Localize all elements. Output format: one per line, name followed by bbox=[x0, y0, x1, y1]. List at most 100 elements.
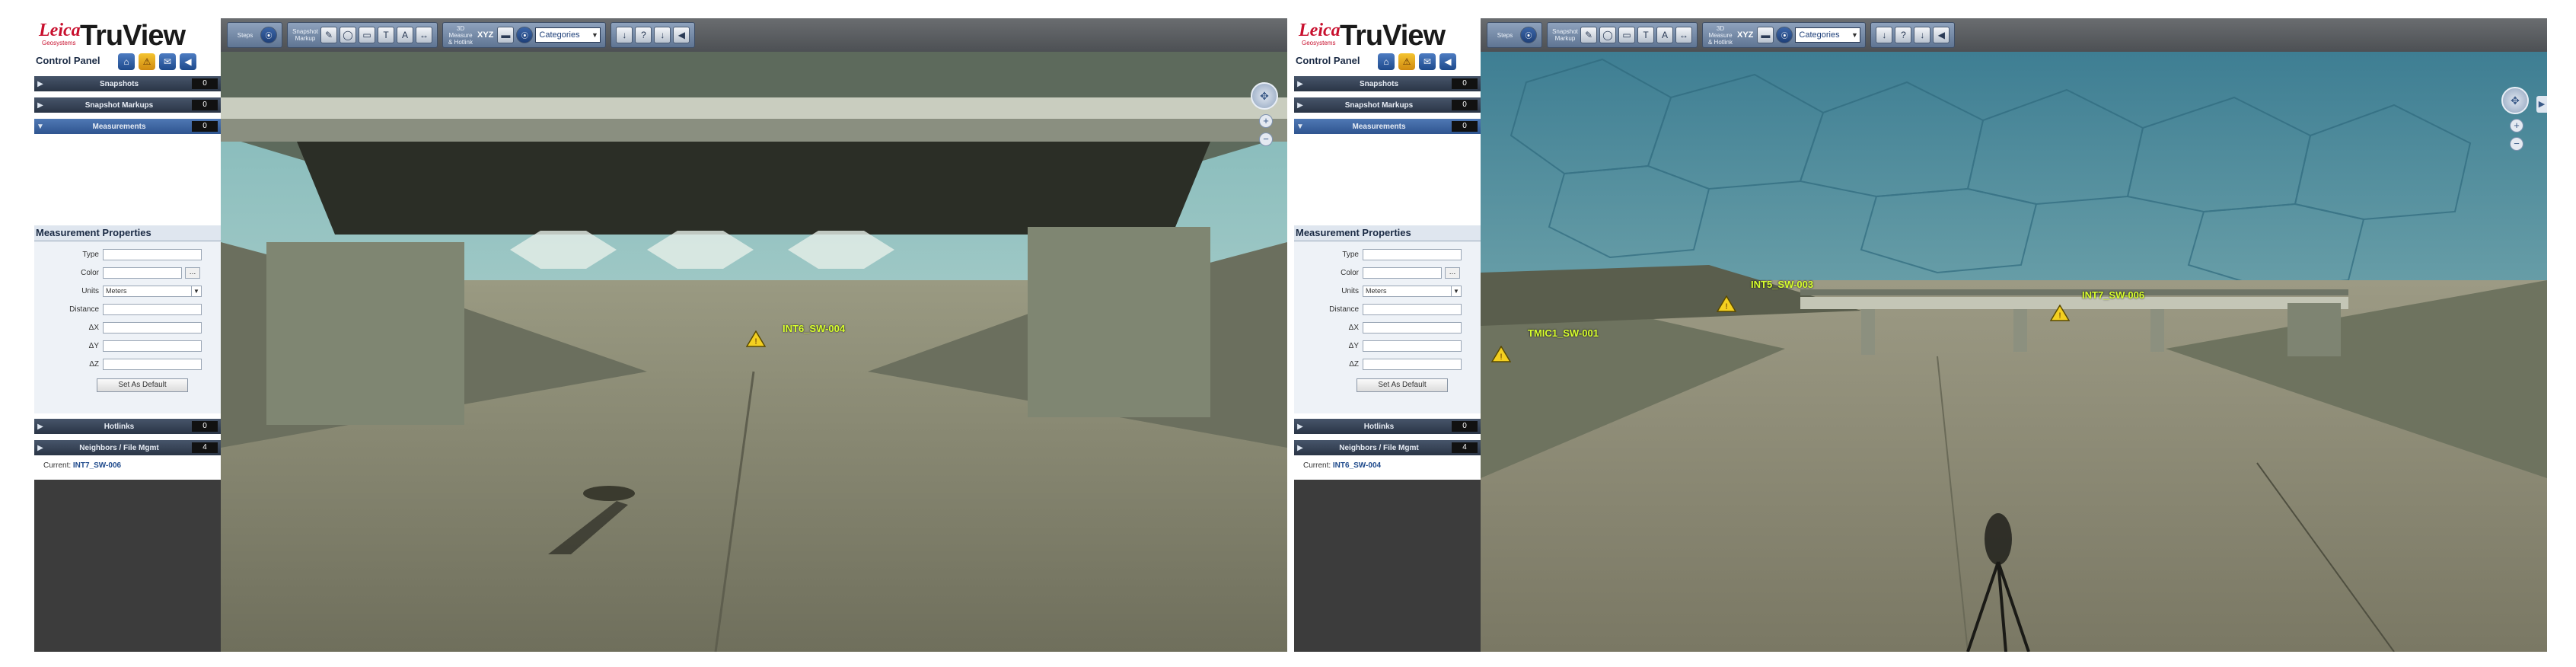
color-field[interactable] bbox=[103, 267, 182, 279]
station-tag[interactable]: INT7_SW-006 bbox=[2082, 289, 2144, 301]
warning-icon[interactable]: ⚠ bbox=[139, 53, 155, 70]
station-warning-icon[interactable]: ! bbox=[1717, 295, 1736, 312]
rectangle-tool-button[interactable]: ▭ bbox=[1618, 27, 1635, 43]
panorama-viewport[interactable]: TMIC1_SW-001 ! INT5_SW-003 ! INT7_SW-006… bbox=[1481, 52, 2547, 652]
color-field[interactable] bbox=[1363, 267, 1442, 279]
dimension-tool-button[interactable]: ↔ bbox=[416, 27, 432, 43]
collapse-button[interactable]: ◀ bbox=[673, 27, 690, 43]
pen-tool-button[interactable]: ✎ bbox=[1580, 27, 1597, 43]
dz-field[interactable] bbox=[103, 359, 202, 370]
section-snapshots[interactable]: ▶ Snapshots 0 bbox=[34, 76, 221, 91]
section-snapshots[interactable]: ▶ Snapshots 0 bbox=[1294, 76, 1481, 91]
pan-ring-icon[interactable]: ✥ bbox=[2501, 87, 2529, 114]
station-warning-icon[interactable]: ! bbox=[2050, 305, 2070, 321]
mail-icon[interactable]: ✉ bbox=[159, 53, 176, 70]
dx-field[interactable] bbox=[103, 322, 202, 334]
zoom-out-button[interactable]: − bbox=[1259, 132, 1273, 146]
download-button[interactable]: ↓ bbox=[1876, 27, 1893, 43]
home-icon[interactable]: ⌂ bbox=[118, 53, 135, 70]
station-tag[interactable]: TMIC1_SW-001 bbox=[1528, 327, 1599, 339]
dz-field[interactable] bbox=[1363, 359, 1462, 370]
type-field[interactable] bbox=[103, 249, 202, 260]
back-icon[interactable]: ◀ bbox=[180, 53, 196, 70]
categories-select[interactable]: Categories ▼ bbox=[535, 27, 601, 43]
section-count: 0 bbox=[1452, 78, 1478, 89]
mail-icon[interactable]: ✉ bbox=[1419, 53, 1436, 70]
prop-dx-row: ΔX bbox=[1294, 322, 1481, 336]
section-label: Snapshots bbox=[99, 79, 139, 88]
section-neighbors[interactable]: ▶ Neighbors / File Mgmt 4 bbox=[1294, 440, 1481, 455]
help-button[interactable]: ? bbox=[1895, 27, 1912, 43]
info-button[interactable]: ↓ bbox=[654, 27, 671, 43]
hotlink-button[interactable]: ⦿ bbox=[1776, 27, 1793, 43]
color-picker-button[interactable]: … bbox=[185, 267, 200, 279]
ellipse-tool-button[interactable]: ◯ bbox=[340, 27, 356, 43]
ellipse-tool-button[interactable]: ◯ bbox=[1599, 27, 1616, 43]
xyz-button[interactable]: XYZ bbox=[476, 30, 495, 40]
section-neighbors[interactable]: ▶ Neighbors / File Mgmt 4 bbox=[34, 440, 221, 455]
prop-color-row: Color… bbox=[1294, 267, 1481, 281]
back-icon[interactable]: ◀ bbox=[1439, 53, 1456, 70]
panorama-viewport[interactable]: INT6_SW-004 ! ✥ + − bbox=[221, 52, 1287, 652]
arrow-tool-button[interactable]: A bbox=[397, 27, 413, 43]
station-warning-icon[interactable]: ! bbox=[746, 330, 766, 347]
section-count: 0 bbox=[1452, 121, 1478, 132]
text-tool-button[interactable]: T bbox=[378, 27, 394, 43]
collapse-button[interactable]: ◀ bbox=[1933, 27, 1950, 43]
units-select[interactable]: Meters ▼ bbox=[103, 286, 202, 297]
distance-field[interactable] bbox=[103, 304, 202, 315]
categories-select[interactable]: Categories ▼ bbox=[1795, 27, 1861, 43]
set-default-button[interactable]: Set As Default bbox=[97, 378, 188, 392]
xyz-button[interactable]: XYZ bbox=[1736, 30, 1755, 40]
section-hotlinks[interactable]: ▶ Hotlinks 0 bbox=[1294, 419, 1481, 434]
distance-field[interactable] bbox=[1363, 304, 1462, 315]
section-measurements[interactable]: ▼ Measurements 0 bbox=[34, 119, 221, 134]
measure-line-button[interactable]: ▬ bbox=[497, 27, 515, 43]
dimension-tool-button[interactable]: ↔ bbox=[1675, 27, 1692, 43]
set-default-button[interactable]: Set As Default bbox=[1357, 378, 1448, 392]
station-tag[interactable]: INT6_SW-004 bbox=[783, 323, 845, 334]
zoom-in-button[interactable]: + bbox=[2510, 119, 2523, 132]
brand-name: Leica bbox=[1299, 21, 1341, 40]
color-picker-button[interactable]: … bbox=[1445, 267, 1460, 279]
section-snapshot-markups[interactable]: ▶ Snapshot Markups 0 bbox=[1294, 97, 1481, 113]
dy-field[interactable] bbox=[103, 340, 202, 352]
expand-icon: ▶ bbox=[37, 79, 43, 88]
prop-dz-row: ΔZ bbox=[34, 359, 221, 372]
steps-button[interactable]: ⦿ bbox=[1520, 27, 1537, 43]
logo-area: Leica Geosystems TruView bbox=[1294, 18, 1481, 52]
text-tool-button[interactable]: T bbox=[1637, 27, 1654, 43]
dx-field[interactable] bbox=[1363, 322, 1462, 334]
section-snapshot-markups[interactable]: ▶ Snapshot Markups 0 bbox=[34, 97, 221, 113]
rectangle-tool-button[interactable]: ▭ bbox=[359, 27, 375, 43]
pan-ring-icon[interactable]: ✥ bbox=[1251, 82, 1278, 110]
pen-tool-button[interactable]: ✎ bbox=[320, 27, 337, 43]
help-button[interactable]: ? bbox=[635, 27, 652, 43]
hotlink-button[interactable]: ⦿ bbox=[516, 27, 534, 43]
collapse-icon: ▼ bbox=[1296, 122, 1304, 131]
steps-button[interactable]: ⦿ bbox=[260, 27, 277, 43]
chevron-down-icon: ▼ bbox=[191, 286, 201, 296]
dy-field[interactable] bbox=[1363, 340, 1462, 352]
current-value: INT7_SW-006 bbox=[72, 461, 122, 470]
info-button[interactable]: ↓ bbox=[1914, 27, 1931, 43]
zoom-in-button[interactable]: + bbox=[1259, 114, 1273, 128]
measure-label: 3D Measure & Hotlink bbox=[1707, 24, 1733, 46]
section-measurements[interactable]: ▼ Measurements 0 bbox=[1294, 119, 1481, 134]
prop-type-row: Type bbox=[1294, 249, 1481, 263]
home-icon[interactable]: ⌂ bbox=[1378, 53, 1395, 70]
measure-line-button[interactable]: ▬ bbox=[1757, 27, 1774, 43]
station-warning-icon[interactable]: ! bbox=[1491, 346, 1511, 362]
prop-dz-row: ΔZ bbox=[1294, 359, 1481, 372]
station-tag[interactable]: INT5_SW-003 bbox=[1751, 279, 1813, 290]
zoom-out-button[interactable]: − bbox=[2510, 137, 2523, 151]
type-field[interactable] bbox=[1363, 249, 1462, 260]
measurement-properties-title: Measurement Properties bbox=[1296, 227, 1411, 238]
truview-window-left: Leica Geosystems TruView Steps ⦿ Snapsho… bbox=[34, 18, 1287, 652]
units-select[interactable]: Meters ▼ bbox=[1363, 286, 1462, 297]
warning-icon[interactable]: ⚠ bbox=[1398, 53, 1415, 70]
expand-side-tab[interactable]: ▶ bbox=[2536, 96, 2547, 113]
download-button[interactable]: ↓ bbox=[616, 27, 633, 43]
section-hotlinks[interactable]: ▶ Hotlinks 0 bbox=[34, 419, 221, 434]
arrow-tool-button[interactable]: A bbox=[1656, 27, 1673, 43]
